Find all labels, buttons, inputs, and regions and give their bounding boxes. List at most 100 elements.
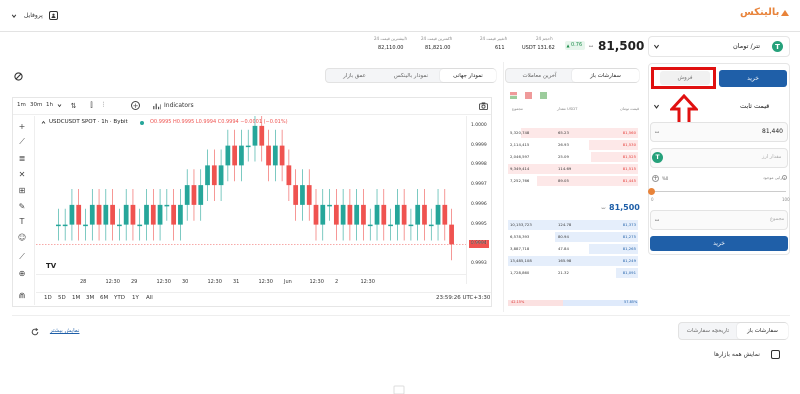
candle-body xyxy=(313,204,319,225)
stat-value-change: 611 xyxy=(495,45,505,51)
timeframe-1m[interactable]: 1m xyxy=(17,102,26,109)
magnet-icon[interactable]: ⋒ xyxy=(17,290,27,300)
x-tick-label: 12:30 xyxy=(207,279,222,285)
bottom-divider xyxy=(12,315,790,316)
stat-value-high: 82,110.00 xyxy=(378,45,404,51)
slider-value: %0 xyxy=(662,176,669,181)
range-button[interactable]: All xyxy=(146,295,153,302)
all-markets-checkbox[interactable] xyxy=(771,350,780,359)
total-input[interactable] xyxy=(650,210,788,230)
ruler-icon[interactable]: ⟋ xyxy=(17,252,27,262)
crosshair-icon[interactable]: + xyxy=(17,121,27,131)
candle-body xyxy=(62,224,68,227)
x-tick-label: 12:30 xyxy=(360,279,375,285)
compare-icon[interactable]: ⇅ xyxy=(69,101,78,110)
price-axis xyxy=(466,116,491,284)
ask-row[interactable]: 81,525 25.09 2,046,597 xyxy=(508,152,638,162)
emoji-icon[interactable]: ☺ xyxy=(17,232,27,242)
tab-bottom-history[interactable]: تاریخچه سفارشات xyxy=(680,323,736,339)
slider-track[interactable] xyxy=(652,191,786,192)
timeframe-chevron-icon[interactable] xyxy=(56,102,62,109)
projection-icon[interactable]: ⊞ xyxy=(17,185,27,195)
fullscreen-off-icon[interactable] xyxy=(13,71,23,81)
range-button[interactable]: YTD xyxy=(114,295,125,302)
market-price: 81,500 xyxy=(598,39,645,53)
refresh-icon[interactable] xyxy=(30,327,39,336)
candle-body xyxy=(272,145,278,166)
view-buys-icon[interactable] xyxy=(539,91,547,99)
submit-buy-button[interactable]: خرید xyxy=(650,236,788,251)
bid-row[interactable]: 81,275 80.94 6,578,393 xyxy=(508,232,638,242)
range-button[interactable]: 6M xyxy=(100,295,108,302)
bar-type-icon[interactable]: ⫶ xyxy=(99,101,108,110)
bid-row[interactable]: 81,265 47.84 3,887,718 xyxy=(508,244,638,254)
slider-info-icon: i xyxy=(782,175,787,180)
timeframe-1h[interactable]: 1h xyxy=(46,102,53,109)
candle-body xyxy=(381,204,387,225)
brand-logo[interactable]: بالینکس xyxy=(740,8,779,18)
ask-row[interactable]: 81,560 65.23 5,320,748 xyxy=(508,128,638,138)
ask-row[interactable]: 81,515 114.69 9,349,414 xyxy=(508,164,638,174)
bid-row[interactable]: 81,249 165.98 13,485,108 xyxy=(508,256,638,266)
trend-line-icon[interactable]: ⟋ xyxy=(17,137,27,147)
tab-global-chart[interactable]: نمودار جهانی xyxy=(440,69,496,82)
pattern-icon[interactable]: ✕ xyxy=(17,169,27,179)
tab-bottom-open-orders[interactable]: سفارشات باز xyxy=(737,323,788,339)
brush-icon[interactable]: ✎ xyxy=(17,201,27,211)
slider-handle[interactable] xyxy=(648,188,655,195)
timeframe-30m[interactable]: 30m xyxy=(30,102,42,109)
range-button[interactable]: 1Y xyxy=(132,295,139,302)
screenshot-icon[interactable] xyxy=(478,101,488,110)
candle-body xyxy=(340,204,346,225)
ask-row[interactable]: 81,445 89.05 7,252,766 xyxy=(508,176,638,186)
tab-balinex-chart[interactable]: نمودار بالینکس xyxy=(383,69,439,82)
all-markets-label: نمایش همه بازارها xyxy=(714,351,760,358)
stat-label-high: بیشترین قیمت 24h xyxy=(374,36,408,41)
candle-body xyxy=(157,204,163,225)
x-tick-label: 12:30 xyxy=(105,279,120,285)
bid-row[interactable]: 81,091 21.32 1,728,860 xyxy=(508,268,638,278)
profile-label[interactable]: پروفایل xyxy=(24,13,43,19)
candle-body xyxy=(144,204,149,225)
tab-last-trades[interactable]: آخرین معاملات xyxy=(507,69,572,82)
range-button[interactable]: 5D xyxy=(58,295,66,302)
bid-amount: 124.78 xyxy=(558,222,572,227)
menu-chevron-icon[interactable] xyxy=(10,11,18,20)
x-tick-label: 12:30 xyxy=(258,279,273,285)
range-button[interactable]: 1M xyxy=(72,295,80,302)
usdt-unit-icon: T xyxy=(652,152,663,163)
tab-market-depth[interactable]: عمق بازار xyxy=(327,69,382,82)
view-both-icon[interactable] xyxy=(509,91,517,99)
price-chart[interactable] xyxy=(36,116,466,284)
fib-icon[interactable]: ≣ xyxy=(17,153,27,163)
show-more-link[interactable]: نمایش بیشتر xyxy=(50,328,79,335)
indicators-icon[interactable] xyxy=(152,101,161,110)
pair-selector[interactable] xyxy=(648,36,790,57)
bid-price: 81,091 xyxy=(622,270,636,275)
buy-tab[interactable]: خرید xyxy=(719,70,787,87)
ask-price: 81,445 xyxy=(622,178,636,183)
slider-max: 100 xyxy=(782,197,790,202)
candle-type-icon[interactable]: ⫿ xyxy=(87,101,96,110)
candle-body xyxy=(191,185,197,205)
chart-tabs: نمودار جهانی نمودار بالینکس عمق بازار xyxy=(325,68,496,83)
text-tool-icon[interactable]: T xyxy=(17,216,27,226)
indicators-button[interactable]: Indicators xyxy=(164,103,194,109)
profile-icon[interactable] xyxy=(49,11,58,20)
tab-open-orders[interactable]: سفارشات باز xyxy=(572,69,639,82)
add-circle-icon[interactable]: + xyxy=(652,175,659,182)
x-tick-label: 31 xyxy=(233,279,240,285)
candle-body xyxy=(286,165,292,186)
x-tick-label: 28 xyxy=(80,279,87,285)
add-indicator-icon[interactable]: + xyxy=(131,101,140,110)
stat-label-volume: حجم 24h xyxy=(536,36,553,41)
range-button[interactable]: 3M xyxy=(86,295,94,302)
ask-row[interactable]: 81,530 26.93 2,114,415 xyxy=(508,140,638,150)
price-type-label[interactable]: قیمت ثابت xyxy=(740,103,769,110)
ask-price: 81,560 xyxy=(622,130,636,135)
bid-row[interactable]: 81,373 124.78 10,153,723 xyxy=(508,220,638,230)
price-type-chevron-icon[interactable] xyxy=(652,102,661,111)
zoom-in-icon[interactable]: ⊕ xyxy=(17,268,27,278)
range-button[interactable]: 1D xyxy=(44,295,52,302)
view-sells-icon[interactable] xyxy=(524,91,532,99)
